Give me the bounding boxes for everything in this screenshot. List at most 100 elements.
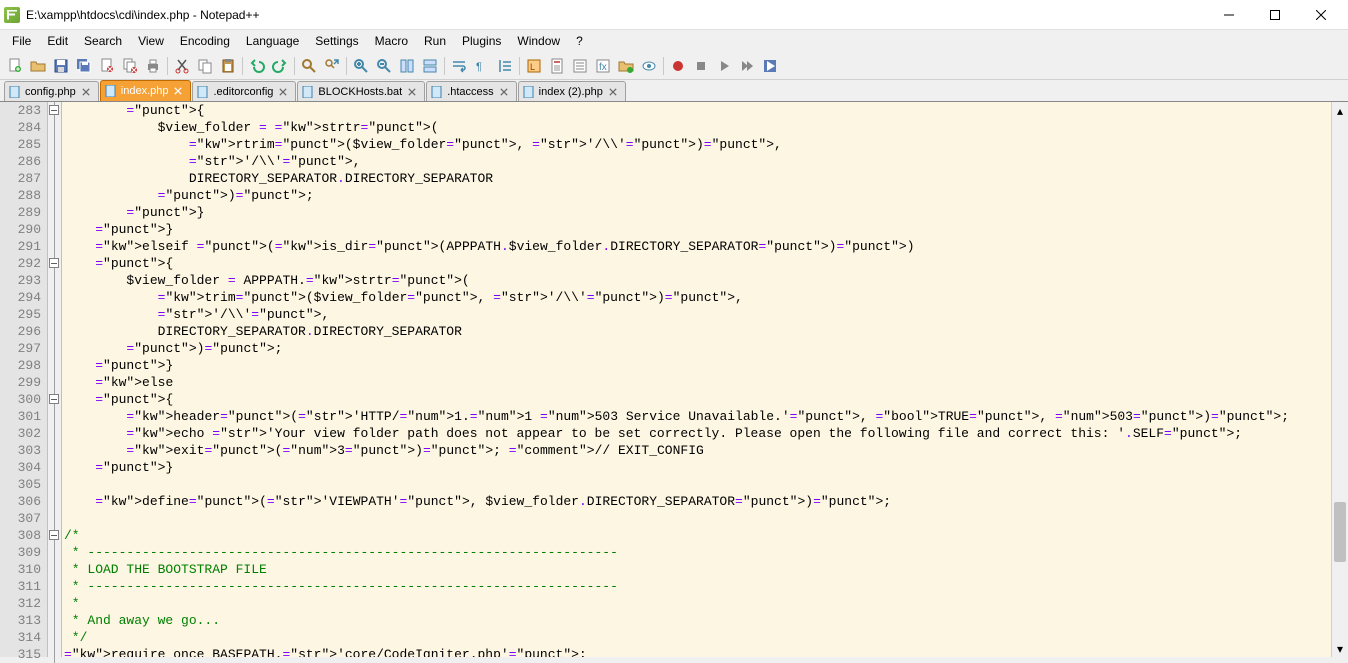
zoom-out-icon[interactable] bbox=[373, 55, 395, 77]
code-line[interactable]: ="kw">define="punct">(="str">'VIEWPATH'=… bbox=[64, 493, 1348, 510]
code-line[interactable]: * --------------------------------------… bbox=[64, 544, 1348, 561]
code-line[interactable]: * And away we go... bbox=[64, 612, 1348, 629]
tab-blockhosts-bat[interactable]: BLOCKHosts.bat bbox=[297, 81, 425, 101]
code-line[interactable]: DIRECTORY_SEPARATOR.DIRECTORY_SEPARATOR bbox=[64, 323, 1348, 340]
monitoring-icon[interactable] bbox=[638, 55, 660, 77]
code-line[interactable]: ="kw">header="punct">(="str">'HTTP/="num… bbox=[64, 408, 1348, 425]
tab-config-php[interactable]: config.php bbox=[4, 81, 99, 101]
code-line[interactable]: ="kw">exit="punct">(="num">3="punct">)="… bbox=[64, 442, 1348, 459]
code-line[interactable]: ="punct">)="punct">; bbox=[64, 340, 1348, 357]
menu-run[interactable]: Run bbox=[416, 32, 454, 50]
tab-close-button[interactable] bbox=[498, 86, 510, 98]
fold-toggle[interactable] bbox=[49, 394, 59, 404]
menu-encoding[interactable]: Encoding bbox=[172, 32, 238, 50]
replace-icon[interactable] bbox=[321, 55, 343, 77]
record-icon[interactable] bbox=[667, 55, 689, 77]
redo-icon[interactable] bbox=[269, 55, 291, 77]
code-line[interactable]: * --------------------------------------… bbox=[64, 578, 1348, 595]
code-line[interactable]: ="kw">echo ="str">'Your view folder path… bbox=[64, 425, 1348, 442]
maximize-button[interactable] bbox=[1252, 0, 1298, 30]
tab-index--2--php[interactable]: index (2).php bbox=[518, 81, 626, 101]
code-line[interactable] bbox=[64, 510, 1348, 527]
code-line[interactable] bbox=[64, 476, 1348, 493]
code-line[interactable]: ="punct">{ bbox=[64, 255, 1348, 272]
tab-close-button[interactable] bbox=[172, 85, 184, 97]
close-window-button[interactable] bbox=[1298, 0, 1344, 30]
cut-icon[interactable] bbox=[171, 55, 193, 77]
fold-toggle[interactable] bbox=[49, 105, 59, 115]
tab-close-button[interactable] bbox=[406, 86, 418, 98]
code-line[interactable]: ="punct">{ bbox=[64, 102, 1348, 119]
menu-help[interactable]: ? bbox=[568, 32, 591, 50]
scroll-up-button[interactable]: ▴ bbox=[1332, 102, 1348, 119]
menu-edit[interactable]: Edit bbox=[39, 32, 76, 50]
code-line[interactable]: ="punct">)="punct">; bbox=[64, 187, 1348, 204]
save-all-icon[interactable] bbox=[73, 55, 95, 77]
undo-icon[interactable] bbox=[246, 55, 268, 77]
tab-close-button[interactable] bbox=[80, 86, 92, 98]
sync-v-icon[interactable] bbox=[396, 55, 418, 77]
stop-icon[interactable] bbox=[690, 55, 712, 77]
code-line[interactable]: ="punct">} bbox=[64, 221, 1348, 238]
tab-close-button[interactable] bbox=[607, 86, 619, 98]
copy-icon[interactable] bbox=[194, 55, 216, 77]
wordwrap-icon[interactable] bbox=[448, 55, 470, 77]
all-chars-icon[interactable]: ¶ bbox=[471, 55, 493, 77]
code-line[interactable]: ="kw">else bbox=[64, 374, 1348, 391]
close-icon[interactable] bbox=[96, 55, 118, 77]
code-line[interactable]: ="punct">{ bbox=[64, 391, 1348, 408]
open-file-icon[interactable] bbox=[27, 55, 49, 77]
tab-close-button[interactable] bbox=[277, 86, 289, 98]
code-line[interactable]: ="punct">} bbox=[64, 204, 1348, 221]
code-line[interactable]: ="punct">} bbox=[64, 459, 1348, 476]
indent-guide-icon[interactable] bbox=[494, 55, 516, 77]
zoom-in-icon[interactable] bbox=[350, 55, 372, 77]
code-line[interactable]: $view_folder = ="kw">strtr="punct">( bbox=[64, 119, 1348, 136]
code-line[interactable]: DIRECTORY_SEPARATOR.DIRECTORY_SEPARATOR bbox=[64, 170, 1348, 187]
new-file-icon[interactable] bbox=[4, 55, 26, 77]
menu-plugins[interactable]: Plugins bbox=[454, 32, 509, 50]
code-area[interactable]: ="punct">{ $view_folder = ="kw">strtr="p… bbox=[62, 102, 1348, 657]
close-all-icon[interactable] bbox=[119, 55, 141, 77]
vertical-scrollbar[interactable]: ▴ ▾ bbox=[1331, 102, 1348, 657]
code-line[interactable]: ="str">'/\\'="punct">, bbox=[64, 306, 1348, 323]
udl-icon[interactable]: L bbox=[523, 55, 545, 77]
doc-list-icon[interactable] bbox=[569, 55, 591, 77]
code-line[interactable]: ="punct">} bbox=[64, 357, 1348, 374]
fold-toggle[interactable] bbox=[49, 258, 59, 268]
menu-file[interactable]: File bbox=[4, 32, 39, 50]
find-icon[interactable] bbox=[298, 55, 320, 77]
menu-view[interactable]: View bbox=[130, 32, 172, 50]
menu-language[interactable]: Language bbox=[238, 32, 307, 50]
save-macro-icon[interactable] bbox=[759, 55, 781, 77]
tab-index-php[interactable]: index.php bbox=[100, 80, 192, 101]
code-line[interactable]: ="kw">rtrim="punct">($view_folder="punct… bbox=[64, 136, 1348, 153]
sync-h-icon[interactable] bbox=[419, 55, 441, 77]
code-line[interactable]: ="kw">trim="punct">($view_folder="punct"… bbox=[64, 289, 1348, 306]
save-icon[interactable] bbox=[50, 55, 72, 77]
play-icon[interactable] bbox=[713, 55, 735, 77]
minimize-button[interactable] bbox=[1206, 0, 1252, 30]
code-line[interactable]: /* bbox=[64, 527, 1348, 544]
menu-macro[interactable]: Macro bbox=[367, 32, 416, 50]
code-line[interactable]: ="kw">elseif ="punct">(="kw">is_dir="pun… bbox=[64, 238, 1348, 255]
code-line[interactable]: $view_folder = APPPATH.="kw">strtr="punc… bbox=[64, 272, 1348, 289]
paste-icon[interactable] bbox=[217, 55, 239, 77]
doc-map-icon[interactable] bbox=[546, 55, 568, 77]
scroll-thumb[interactable] bbox=[1334, 502, 1346, 562]
code-line[interactable]: ="kw">require_once BASEPATH.="str">'core… bbox=[64, 646, 1348, 657]
print-icon[interactable] bbox=[142, 55, 164, 77]
tab--htaccess[interactable]: .htaccess bbox=[426, 81, 516, 101]
menu-settings[interactable]: Settings bbox=[307, 32, 366, 50]
tab--editorconfig[interactable]: .editorconfig bbox=[192, 81, 296, 101]
code-line[interactable]: * LOAD THE BOOTSTRAP FILE bbox=[64, 561, 1348, 578]
play-multi-icon[interactable] bbox=[736, 55, 758, 77]
func-list-icon[interactable]: fx bbox=[592, 55, 614, 77]
menu-search[interactable]: Search bbox=[76, 32, 130, 50]
folder-workspace-icon[interactable] bbox=[615, 55, 637, 77]
scroll-down-button[interactable]: ▾ bbox=[1332, 640, 1348, 657]
fold-toggle[interactable] bbox=[49, 530, 59, 540]
code-line[interactable]: * bbox=[64, 595, 1348, 612]
menu-window[interactable]: Window bbox=[509, 32, 568, 50]
code-line[interactable]: ="str">'/\\'="punct">, bbox=[64, 153, 1348, 170]
